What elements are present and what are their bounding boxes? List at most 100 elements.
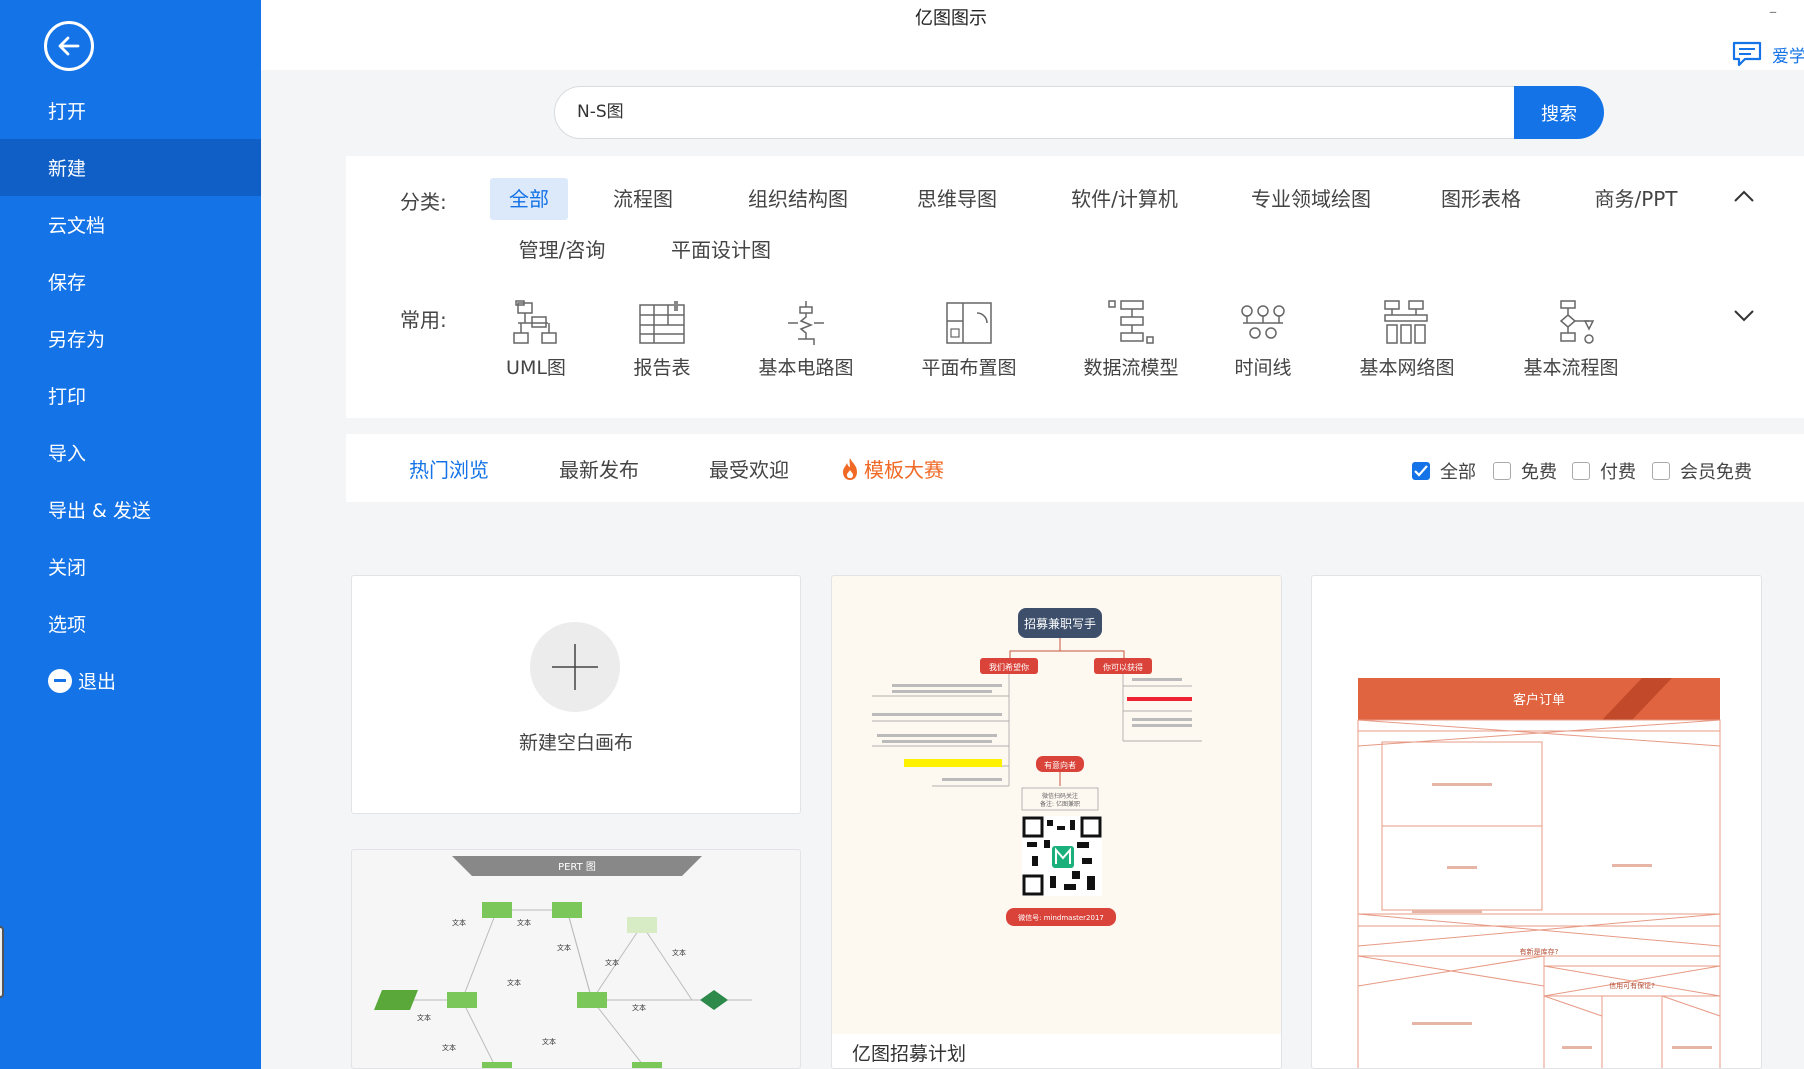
common-timeline[interactable]: 时间线 [1198,299,1328,380]
pert-node-label: 文本 [517,918,531,927]
sidebar-item-save-as[interactable]: 另存为 [0,310,261,367]
sidebar-item-print[interactable]: 打印 [0,367,261,424]
sidebar-item-cloud-docs[interactable]: 云文档 [0,196,261,253]
sidebar-item-close[interactable]: 关闭 [0,538,261,595]
pert-node-label: 文本 [672,948,686,957]
recruit-contact: 有意向者 [1044,760,1076,770]
pert-node-label: 文本 [452,918,466,927]
pert-heading: PERT 图 [558,861,596,873]
sidebar-item-export-send[interactable]: 导出 & 发送 [0,481,261,538]
common-label-data-flow: 数据流模型 [1083,357,1179,379]
fire-icon [843,457,857,480]
pert-node-label: 文本 [442,1043,456,1052]
checkbox-all[interactable] [1412,462,1430,480]
common-label-report-table: 报告表 [633,357,691,379]
recruit-left-branch: 我们希望你 [989,662,1029,672]
checkbox-paid[interactable] [1572,462,1590,480]
common-label-uml: UML图 [506,357,566,379]
sidebar: 打开 新建 云文档 保存 另存为 打印 导入 导出 & 发送 关闭 选项 退出 [0,0,261,1069]
app-title: 亿图图示 [915,8,987,29]
order-heading: 客户订单 [1513,692,1565,708]
search-button[interactable]: 搜索 [1514,86,1604,139]
category-mind-map[interactable]: 思维导图 [912,178,1002,220]
title-bar: 亿图图示 – 爱学 [261,0,1804,70]
report-table-icon [639,301,685,344]
category-management[interactable]: 管理/咨询 [506,229,618,271]
sidebar-item-open[interactable]: 打开 [0,82,261,139]
common-label: 常用: [400,308,447,332]
chevron-up-icon[interactable] [1733,189,1755,203]
new-blank-canvas-card[interactable]: 新建空白画布 [351,575,801,814]
recruit-scan-line1: 微信扫码关注 [1042,792,1078,800]
category-graph-table[interactable]: 图形表格 [1436,178,1526,220]
user-name[interactable]: 爱学 [1772,42,1804,67]
pert-node-label: 文本 [632,1003,646,1012]
common-label-circuit: 基本电路图 [758,357,854,379]
filter-all[interactable]: 全部 [1412,458,1476,484]
filter-paid[interactable]: 付费 [1572,458,1636,484]
category-org-chart[interactable]: 组织结构图 [743,178,853,220]
recruit-wechat: 微信号: mindmaster2017 [1018,913,1104,922]
category-flowchart[interactable]: 流程图 [608,178,678,220]
sidebar-item-import[interactable]: 导入 [0,424,261,481]
pert-node-label: 文本 [507,978,521,987]
sidebar-item-exit[interactable]: 退出 [0,652,261,709]
order-question1: 有新是库存? [1520,947,1559,956]
floor-plan-icon [946,302,992,344]
template-card-customer-order[interactable]: 客户订单 有新是库存? 信用可有保证? [1311,575,1762,1069]
minimize-button[interactable]: – [1769,2,1777,21]
order-question2: 信用可有保证? [1609,981,1655,990]
template-card-recruit[interactable]: 招募兼职写手 我们希望你 你可以获得 有意向者 微信扫码关注 备注: 亿图兼职 [831,575,1282,1069]
common-circuit[interactable]: 基本电路图 [741,299,871,380]
common-data-flow[interactable]: 数据流模型 [1066,299,1196,380]
order-thumbnail: 客户订单 有新是库存? 信用可有保证? [1357,678,1721,1068]
chevron-down-icon[interactable] [1733,309,1755,323]
common-report-table[interactable]: 报告表 [597,299,727,380]
feedback-icon[interactable] [1731,40,1763,68]
category-business-ppt[interactable]: 商务/PPT [1586,178,1686,220]
search-input[interactable]: N-S图 [554,86,1515,139]
common-flowchart[interactable]: 基本流程图 [1506,299,1636,380]
uml-icon [513,300,557,344]
common-label-timeline: 时间线 [1234,357,1292,379]
qr-code-icon [1022,816,1102,896]
category-graphic-design[interactable]: 平面设计图 [666,229,776,271]
back-button[interactable] [44,21,94,71]
filter-free[interactable]: 免费 [1493,458,1557,484]
sidebar-item-options[interactable]: 选项 [0,595,261,652]
pert-node-label: 文本 [542,1037,556,1046]
template-title-recruit: 亿图招募计划 [832,1034,1281,1068]
common-network[interactable]: 基本网络图 [1342,299,1472,380]
template-card-pert[interactable]: PERT 图 文本 文本 文本 文本 文本 文本 文本 文本 文本 文本 [351,849,801,1069]
tab-template-contest[interactable]: 模板大赛 [840,454,944,483]
checkbox-member-free[interactable] [1652,462,1670,480]
new-blank-canvas-label: 新建空白画布 [518,732,633,754]
category-label: 分类: [400,190,447,214]
data-flow-icon [1108,300,1154,344]
exit-icon [48,668,72,693]
common-uml[interactable]: UML图 [471,299,601,380]
filter-member-free[interactable]: 会员免费 [1652,458,1752,484]
recruit-scan-line2: 备注: 亿图兼职 [1040,800,1080,808]
common-floor-plan[interactable]: 平面布置图 [904,299,1034,380]
pert-node-label: 文本 [557,943,571,952]
checkbox-free[interactable] [1493,462,1511,480]
sidebar-item-new[interactable]: 新建 [0,139,261,196]
common-label-network: 基本网络图 [1359,357,1455,379]
add-icon [530,622,620,712]
sidebar-item-save[interactable]: 保存 [0,253,261,310]
resize-handle[interactable] [0,926,4,998]
timeline-icon [1241,305,1285,339]
tab-hot[interactable]: 热门浏览 [409,454,489,483]
category-professional[interactable]: 专业领域绘图 [1246,178,1376,220]
category-all[interactable]: 全部 [490,178,568,220]
category-software[interactable]: 软件/计算机 [1062,178,1187,220]
browse-tabs: 热门浏览 最新发布 最受欢迎 模板大赛 全部 免费 付费 会员免费 [346,434,1804,502]
tab-latest[interactable]: 最新发布 [559,454,639,483]
tab-popular[interactable]: 最受欢迎 [709,454,789,483]
circuit-icon [788,301,824,345]
common-label-floor-plan: 平面布置图 [921,357,1017,379]
pert-thumbnail: PERT 图 文本 文本 文本 文本 文本 文本 文本 文本 文本 文本 [374,856,752,1068]
network-icon [1384,300,1428,344]
pert-node-label: 文本 [417,1013,431,1022]
